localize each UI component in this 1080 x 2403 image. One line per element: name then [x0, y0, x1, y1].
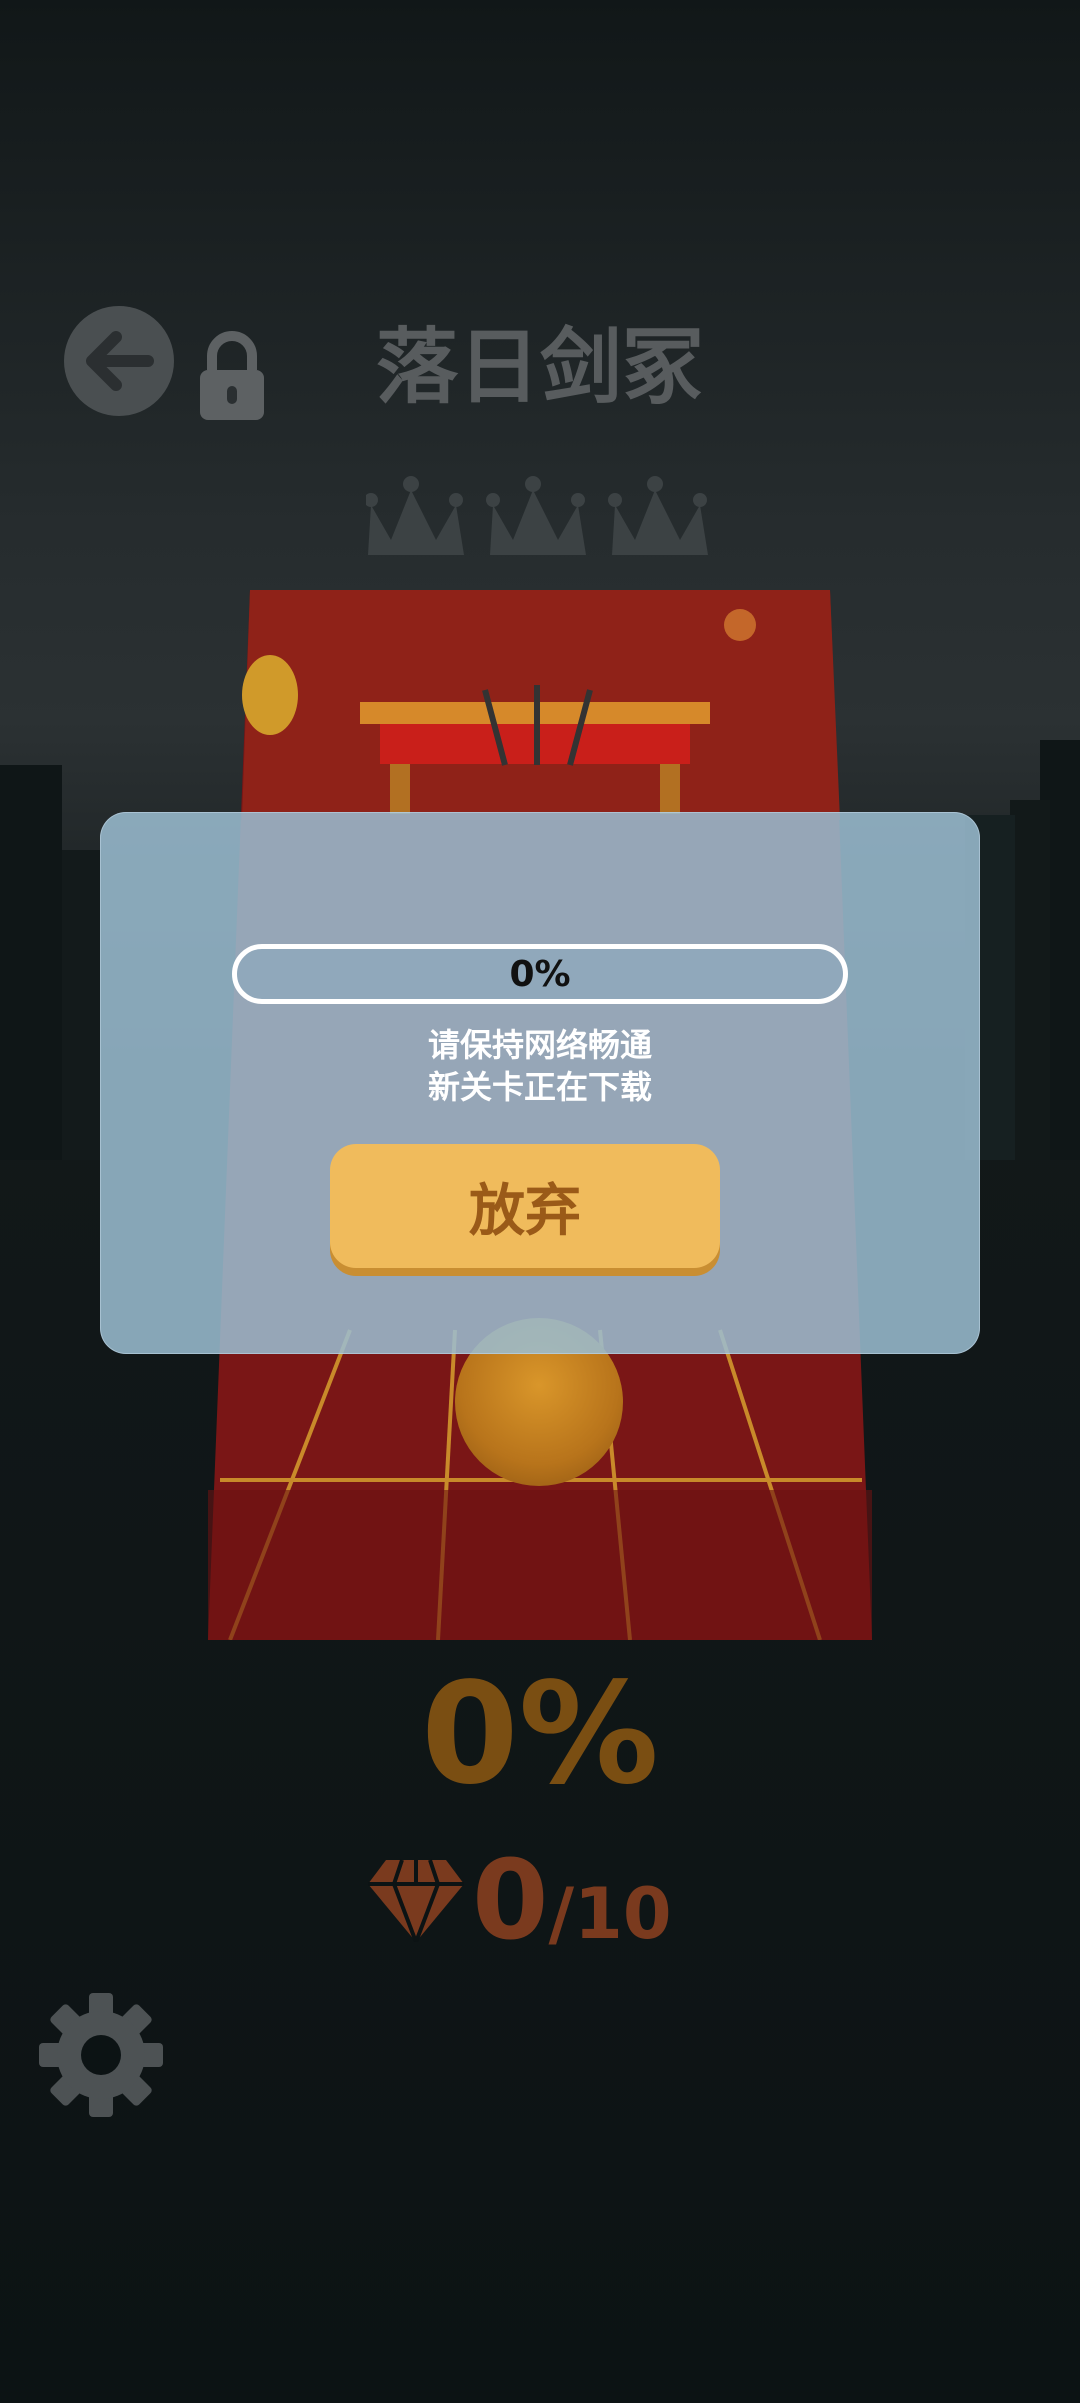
gems-total: /10 — [548, 1873, 672, 1955]
crown-rating — [366, 476, 708, 555]
crown-icon — [486, 476, 586, 555]
level-title: 落日剑冢 — [375, 320, 704, 415]
progress-text: 0% — [509, 953, 571, 995]
crown-icon — [366, 476, 464, 555]
lock-icon — [200, 331, 264, 420]
download-dialog: 0% 请保持网络畅通 新关卡正在下载 放弃 — [100, 812, 980, 1354]
gem-counter: 0/10 — [360, 1840, 740, 1960]
arrow-left-icon — [86, 331, 154, 391]
message-line-1: 请保持网络畅通 — [427, 1026, 652, 1064]
gem-count: 0/10 — [472, 1840, 672, 1974]
gear-icon[interactable] — [36, 1990, 166, 2120]
level-progress-percent: 0% — [421, 1653, 659, 1816]
gems-collected: 0 — [472, 1836, 549, 1964]
download-message: 请保持网络畅通 新关卡正在下载 — [100, 1024, 980, 1108]
diamond-icon — [368, 1859, 464, 1942]
give-up-button[interactable]: 放弃 — [330, 1144, 720, 1268]
download-progress-bar: 0% — [232, 944, 848, 1004]
crown-icon — [608, 476, 708, 555]
message-line-2: 新关卡正在下载 — [427, 1068, 652, 1106]
back-button[interactable] — [64, 306, 174, 416]
